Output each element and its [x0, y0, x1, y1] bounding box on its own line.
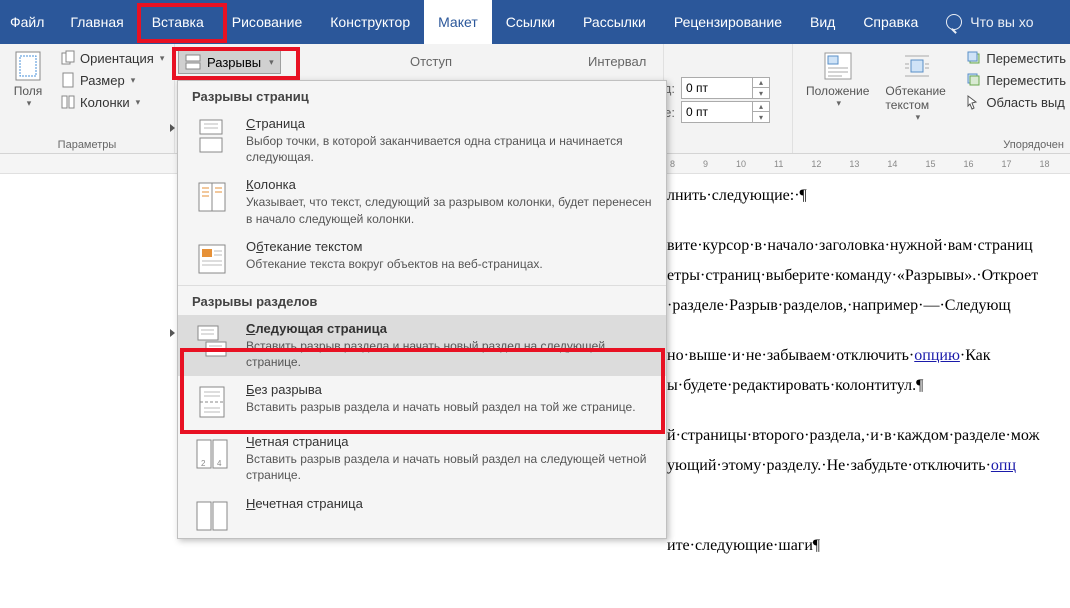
breaks-button[interactable]: Разрывы ▾ — [178, 50, 281, 74]
break-page-title: Страница — [246, 116, 652, 131]
send-backward-icon — [966, 72, 982, 88]
break-odd-page-item[interactable]: Нечетная страница — [178, 490, 666, 538]
spin-up-icon[interactable]: ▴ — [753, 78, 769, 88]
break-next-page-desc: Вставить разрыв раздела и начать новый р… — [246, 338, 652, 370]
break-continuous-icon — [192, 382, 232, 422]
break-odd-page-icon — [192, 496, 232, 536]
margins-icon — [12, 50, 44, 82]
tab-draw[interactable]: Рисование — [218, 0, 317, 44]
spin-down-icon[interactable]: ▾ — [753, 88, 769, 98]
break-next-page-icon — [192, 321, 232, 361]
break-continuous-item[interactable]: Без разрыва Вставить разрыв раздела и на… — [178, 376, 666, 428]
send-backward-button[interactable]: Переместить — [962, 70, 1070, 90]
breaks-icon — [185, 54, 201, 70]
ribbon-tabs: Файл Главная Вставка Рисование Конструкт… — [0, 0, 1070, 44]
chevron-down-icon: ▾ — [131, 75, 136, 86]
break-continuous-desc: Вставить разрыв раздела и начать новый р… — [246, 399, 652, 415]
columns-icon — [60, 94, 76, 110]
break-even-page-title: Четная страница — [246, 434, 652, 449]
break-even-page-icon: 24 — [192, 434, 232, 474]
chevron-down-icon: ▾ — [27, 98, 32, 109]
submenu-arrow-icon — [170, 124, 175, 132]
dropdown-section-pages: Разрывы страниц — [178, 81, 666, 110]
lightbulb-icon — [946, 14, 962, 30]
page-setup-group-label: Параметры — [6, 139, 168, 153]
break-page-item[interactable]: Страница Выбор точки, в которой заканчив… — [178, 110, 666, 171]
spacing-after-input[interactable]: ▴▾ — [681, 101, 770, 123]
break-even-page-item[interactable]: 24 Четная страница Вставить разрыв разде… — [178, 428, 666, 489]
position-icon — [822, 50, 854, 82]
tab-mailings[interactable]: Рассылки — [569, 0, 660, 44]
submenu-arrow-icon — [170, 329, 175, 337]
break-column-item[interactable]: Колонка Указывает, что текст, следующий … — [178, 171, 666, 232]
chevron-down-icon: ▾ — [916, 112, 921, 123]
dropdown-section-sections: Разрывы разделов — [178, 285, 666, 315]
break-even-page-desc: Вставить разрыв раздела и начать новый р… — [246, 451, 652, 483]
spin-up-icon[interactable]: ▴ — [753, 102, 769, 112]
arrange-group-label: Упорядочен — [1003, 139, 1064, 151]
break-textwrap-desc: Обтекание текста вокруг объектов на веб-… — [246, 256, 652, 272]
tab-review[interactable]: Рецензирование — [660, 0, 796, 44]
link-option[interactable]: опцию — [914, 347, 960, 364]
spacing-label: Интервал — [588, 54, 646, 69]
svg-text:2: 2 — [201, 459, 206, 468]
svg-text:4: 4 — [217, 459, 222, 468]
spacing-before-input[interactable]: ▴▾ — [681, 77, 770, 99]
breaks-dropdown: Разрывы страниц Страница Выбор точки, в … — [177, 80, 667, 539]
break-page-desc: Выбор точки, в которой заканчивается одн… — [246, 133, 652, 165]
indent-label: Отступ — [410, 54, 452, 69]
selection-pane-button[interactable]: Область выд — [962, 92, 1070, 112]
tab-layout[interactable]: Макет — [424, 0, 492, 44]
margins-label: Поля — [14, 84, 43, 98]
document-text: лнить·следующие:·¶ вите·курсор·в·начало·… — [667, 184, 1070, 564]
size-icon — [60, 72, 76, 88]
chevron-down-icon: ▾ — [160, 53, 165, 64]
link-option-2[interactable]: опц — [991, 457, 1016, 474]
size-button[interactable]: Размер ▾ — [56, 70, 168, 90]
break-continuous-title: Без разрыва — [246, 382, 652, 397]
bring-forward-button[interactable]: Переместить — [962, 48, 1070, 68]
break-textwrap-item[interactable]: Обтекание текстом Обтекание текста вокру… — [178, 233, 666, 285]
orientation-button[interactable]: Ориентация ▾ — [56, 48, 168, 68]
orientation-icon — [60, 50, 76, 66]
columns-button[interactable]: Колонки ▾ — [56, 92, 168, 112]
tab-file[interactable]: Файл — [0, 0, 56, 44]
tell-me-box[interactable]: Что вы хо — [932, 0, 1047, 44]
margins-button[interactable]: Поля ▾ — [6, 48, 50, 111]
break-odd-page-title: Нечетная страница — [246, 496, 652, 511]
break-next-page-item[interactable]: Следующая страница Вставить разрыв разде… — [178, 315, 666, 376]
chevron-down-icon: ▾ — [136, 97, 141, 108]
tab-help[interactable]: Справка — [849, 0, 932, 44]
chevron-down-icon: ▾ — [836, 98, 841, 109]
tab-references[interactable]: Ссылки — [492, 0, 569, 44]
break-textwrap-title: Обтекание текстом — [246, 239, 652, 254]
tell-me-label: Что вы хо — [970, 14, 1033, 30]
tab-design[interactable]: Конструктор — [316, 0, 424, 44]
break-column-icon — [192, 177, 232, 217]
chevron-down-icon: ▾ — [269, 57, 274, 68]
spin-down-icon[interactable]: ▾ — [753, 112, 769, 122]
tab-home[interactable]: Главная — [56, 0, 137, 44]
tab-view[interactable]: Вид — [796, 0, 849, 44]
tab-insert[interactable]: Вставка — [138, 0, 218, 44]
break-column-desc: Указывает, что текст, следующий за разры… — [246, 194, 652, 226]
break-page-icon — [192, 116, 232, 156]
wrap-text-button[interactable]: Обтекание текстом ▾ — [879, 48, 954, 125]
break-textwrap-icon — [192, 239, 232, 279]
position-button[interactable]: Положение ▾ — [800, 48, 875, 125]
break-column-title: Колонка — [246, 177, 652, 192]
selection-pane-icon — [966, 94, 982, 110]
wrap-icon — [901, 50, 933, 82]
bring-forward-icon — [966, 50, 982, 66]
break-next-page-title: Следующая страница — [246, 321, 652, 336]
